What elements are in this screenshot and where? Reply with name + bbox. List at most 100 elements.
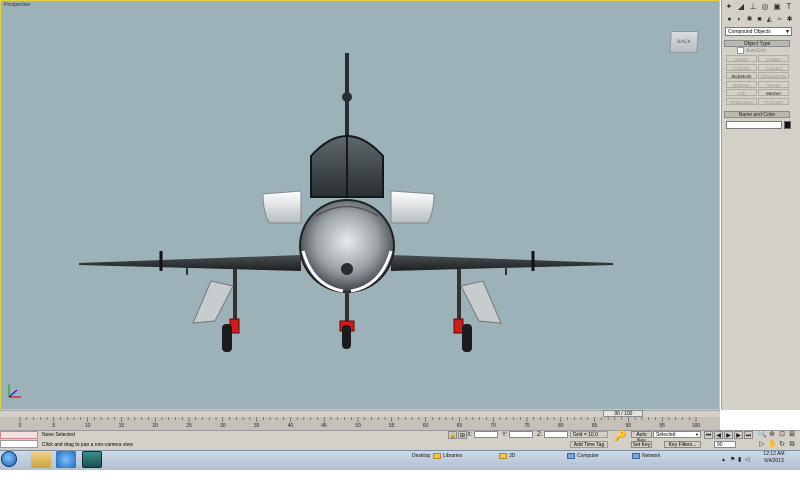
next-frame-icon[interactable]: ▶ <box>734 431 743 439</box>
autogrid-checkbox[interactable]: AutoGrid <box>737 47 766 54</box>
key-icon[interactable]: 🔑 <box>614 432 626 442</box>
frame-tick-label: 45 <box>321 423 327 429</box>
taskbar-item-computer[interactable]: Computer <box>567 452 599 461</box>
object-type-button-shapemerge[interactable]: ShapeMerge <box>758 72 789 80</box>
key-mode-value: Selected <box>656 432 676 438</box>
lights-icon[interactable]: ✺ <box>745 15 754 24</box>
add-time-tag-button[interactable]: Add Time Tag <box>570 441 608 448</box>
set-key-button[interactable]: Set Key <box>631 441 652 448</box>
play-icon[interactable]: ▶ <box>724 431 733 439</box>
object-type-button-morph[interactable]: Morph <box>726 55 757 62</box>
modify-icon[interactable]: ◢ <box>736 2 746 12</box>
folder-icon <box>499 452 507 459</box>
start-button-icon[interactable] <box>1 451 17 467</box>
lock-selection-icon[interactable]: 🔒 <box>448 431 457 439</box>
pan-hand-icon[interactable]: ✋ <box>768 441 777 449</box>
object-type-button-conform[interactable]: Conform <box>726 63 757 71</box>
tray-arrow-icon[interactable]: ▴ <box>722 456 725 463</box>
axis-tripod-icon <box>8 384 21 398</box>
x-coordinate-input[interactable] <box>474 431 498 438</box>
frame-tick-label: 50 <box>355 423 361 429</box>
object-type-button-connect[interactable]: Connect <box>758 63 789 71</box>
prompt-line: Click and drag to pan a non-camera view <box>42 442 133 448</box>
category-dropdown-value: Compound Objects <box>728 29 771 35</box>
perspective-viewport[interactable]: Perspective BACK <box>0 0 720 410</box>
object-type-button-procutter[interactable]: ProCutter <box>758 98 789 105</box>
object-type-rollout[interactable]: Object Type <box>724 40 790 47</box>
frame-tick-label: 55 <box>389 423 395 429</box>
helpers-icon[interactable]: ◭ <box>765 15 774 24</box>
clock-date: 5/4/2013 <box>764 458 784 464</box>
taskbar-item-3d[interactable]: 3D <box>499 452 515 461</box>
frame-tick-label: 95 <box>659 423 665 429</box>
object-name-input[interactable] <box>726 121 782 129</box>
frame-tick-label: 75 <box>524 423 530 429</box>
z-coordinate-input[interactable] <box>544 431 568 438</box>
create-icon[interactable]: ✦ <box>724 2 734 12</box>
orbit-icon[interactable]: ↻ <box>778 441 786 449</box>
x-label: X: <box>467 432 473 438</box>
y-coordinate-input[interactable] <box>509 431 533 438</box>
network-tray-icon[interactable]: ▮ <box>738 456 741 463</box>
auto-key-button[interactable]: Auto Key <box>631 431 652 444</box>
object-type-button-blobmesh[interactable]: BlobMesh <box>726 72 757 80</box>
taskbar-item-network[interactable]: Network <box>632 452 660 461</box>
maxscript-listener-input[interactable] <box>0 431 38 439</box>
taskbar-item-libraries[interactable]: Libraries <box>433 452 462 461</box>
frame-tick-label: 65 <box>456 423 463 429</box>
geometry-icon[interactable]: ● <box>725 15 734 24</box>
utilities-icon[interactable]: T <box>784 2 794 12</box>
folder-icon <box>433 452 441 459</box>
internet-explorer-taskbar-icon[interactable] <box>56 451 76 468</box>
field-of-view-icon[interactable]: ▷ <box>758 441 766 449</box>
object-color-swatch[interactable] <box>784 121 791 129</box>
selection-status: None Selected <box>42 431 442 439</box>
right-wing <box>391 255 613 271</box>
absolute-mode-icon[interactable]: ⊞ <box>458 431 467 439</box>
category-dropdown[interactable]: Compound Objects ▼ <box>725 27 792 36</box>
object-type-button-proboolean[interactable]: ProBoolean <box>726 98 757 105</box>
maxscript-output[interactable] <box>0 440 38 448</box>
go-to-start-icon[interactable]: ⏮ <box>704 431 713 439</box>
explorer-taskbar-icon[interactable] <box>31 451 51 468</box>
display-icon[interactable]: ▣ <box>772 2 782 12</box>
taskbar-item-label: 3D <box>509 453 516 459</box>
volume-icon[interactable]: ◁ <box>745 456 750 463</box>
zoom-extents-all-icon[interactable]: ⊠ <box>788 431 796 439</box>
left-intake <box>262 190 302 224</box>
fuselage-nose <box>299 199 395 293</box>
zoom-extents-icon[interactable]: ⊡ <box>778 431 786 439</box>
cameras-icon[interactable]: ■ <box>755 15 764 24</box>
left-gear-door <box>192 280 234 324</box>
key-mode-dropdown[interactable]: Selected ▼ <box>653 431 701 438</box>
object-type-button-loft[interactable]: Loft <box>726 89 757 97</box>
computer-icon <box>632 452 640 459</box>
frame-tick-label: 10 <box>84 423 91 429</box>
motion-icon[interactable]: ◎ <box>760 2 770 12</box>
time-slider-thumb[interactable]: 90 / 100 <box>603 410 644 417</box>
object-type-button-scatter[interactable]: Scatter <box>758 55 789 62</box>
object-type-button-terrain[interactable]: Terrain <box>758 80 789 88</box>
maximize-viewport-icon[interactable]: ⧉ <box>788 441 796 449</box>
systems-icon[interactable]: ✱ <box>785 15 794 24</box>
spacewarps-icon[interactable]: ≈ <box>775 15 784 24</box>
object-type-button-mesher[interactable]: Mesher <box>758 89 789 97</box>
key-filters-button[interactable]: Key Filters... <box>664 441 701 448</box>
go-to-end-icon[interactable]: ⏭ <box>744 431 753 439</box>
zoom-icon[interactable]: 🔍 <box>758 431 767 439</box>
object-type-button-boolean[interactable]: Boolean <box>726 80 757 88</box>
name-and-color-rollout[interactable]: Name and Color <box>724 111 790 118</box>
previous-frame-icon[interactable]: ◀ <box>714 431 723 439</box>
taskbar-clock[interactable]: 12:12 AM 5/4/2013 <box>752 451 796 465</box>
aircraft-model[interactable] <box>1 1 719 409</box>
current-frame-input[interactable]: 90 <box>714 441 736 448</box>
3dsmax-taskbar-icon[interactable] <box>82 451 102 468</box>
taskbar-item-desktop[interactable]: Desktop <box>412 452 430 461</box>
flag-icon[interactable]: ⚑ <box>730 456 735 463</box>
taskbar-item-label: Computer <box>577 453 599 459</box>
frame-tick-label: 35 <box>253 423 260 429</box>
right-gear-door <box>460 280 502 324</box>
hierarchy-icon[interactable]: ⊥ <box>748 2 758 12</box>
shapes-icon[interactable]: ◐ <box>735 15 744 24</box>
zoom-all-icon[interactable]: ⊕ <box>768 431 776 439</box>
